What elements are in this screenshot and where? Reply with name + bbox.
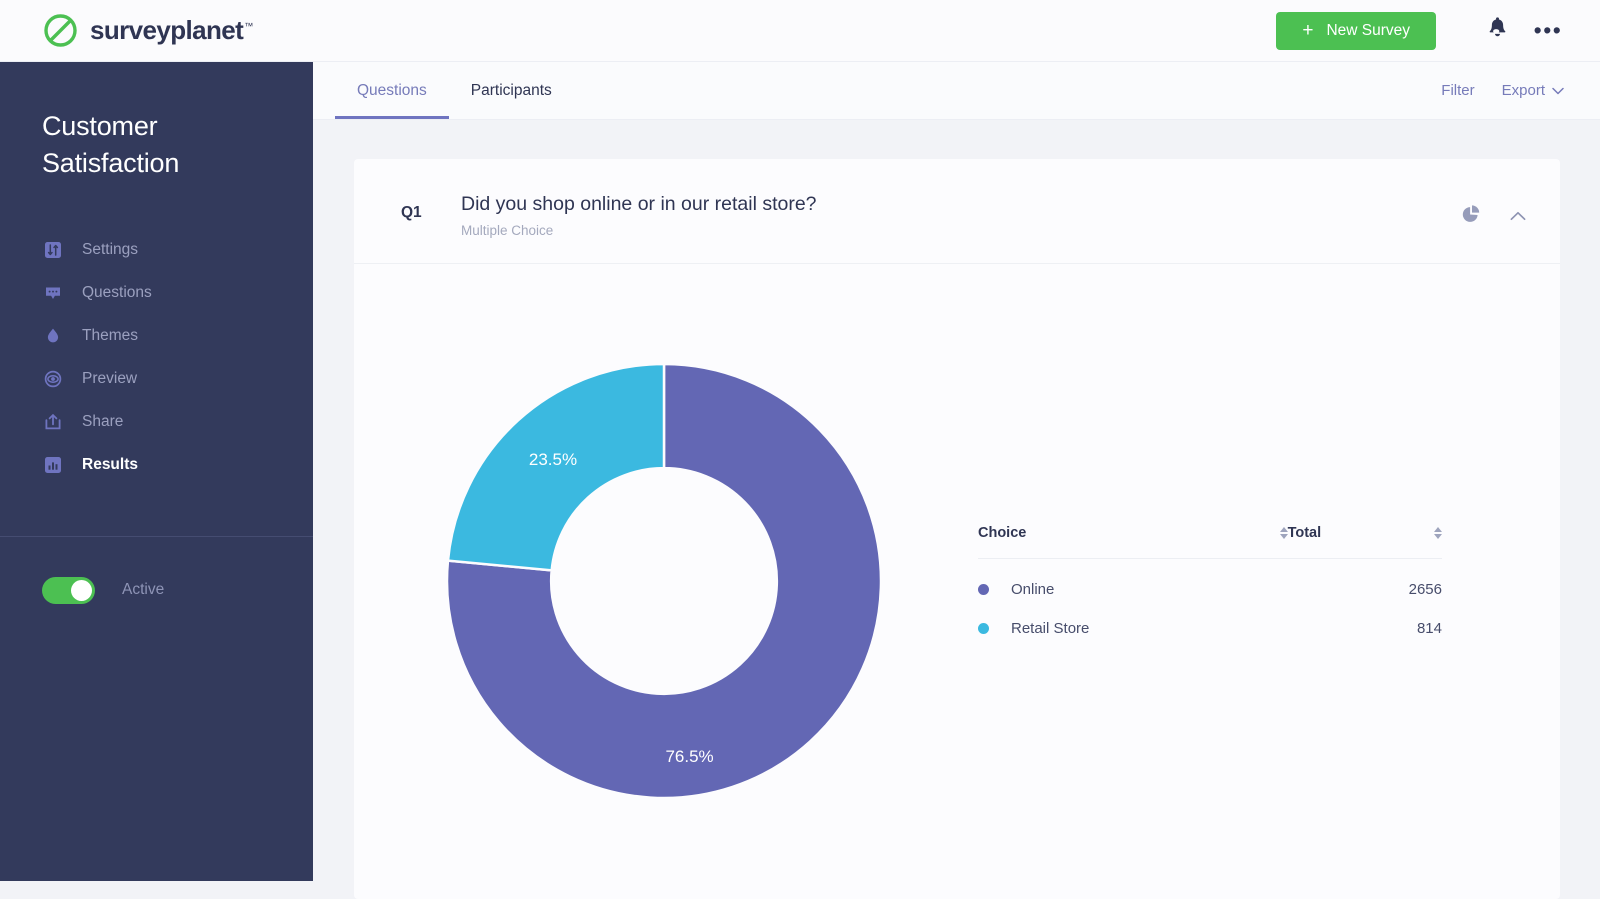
sidebar-item-questions[interactable]: Questions [0, 272, 313, 315]
eye-icon [43, 370, 62, 389]
choice-label: Retail Store [1011, 620, 1090, 637]
new-survey-button[interactable]: + New Survey [1276, 11, 1436, 50]
cell-total: 814 [1416, 620, 1442, 637]
results-table-body: Online 2656 Retail Store 814 [978, 559, 1442, 637]
column-header-choice-label: Choice [978, 525, 1027, 541]
sort-desc-icon [1434, 534, 1442, 539]
results-table-head: Choice Total [978, 525, 1442, 559]
cell-choice: Online [978, 559, 1288, 598]
sidebar-item-label: Results [82, 456, 138, 473]
sidebar-item-label: Preview [82, 370, 138, 387]
survey-title: Customer Satisfaction [0, 62, 313, 183]
export-label: Export [1501, 82, 1545, 99]
column-header-total[interactable]: Total [1287, 525, 1442, 559]
collapse-question-button[interactable] [1510, 208, 1526, 226]
sidebar-item-label: Share [82, 413, 124, 430]
sort-desc-icon [1279, 534, 1288, 539]
tab-label: Participants [470, 81, 552, 99]
sidebar-item-preview[interactable]: Preview [0, 358, 313, 401]
sidebar: Customer Satisfaction Settings Questions… [0, 62, 313, 881]
bell-icon [1487, 17, 1508, 44]
tab-participants[interactable]: Participants [449, 62, 574, 119]
notifications-button[interactable] [1474, 8, 1520, 54]
question-type: Multiple Choice [461, 223, 554, 239]
results-table-container: Choice Total Online 2656 Retail Store 81… [962, 525, 1560, 637]
export-button[interactable]: Export [1502, 82, 1564, 99]
sort-asc-icon [1279, 527, 1288, 532]
slice-percent-label: 76.5% [665, 747, 713, 766]
sidebar-item-results[interactable]: Results [0, 444, 313, 487]
share-icon [43, 413, 62, 432]
sidebar-item-themes[interactable]: Themes [0, 315, 313, 358]
results-table: Choice Total Online 2656 Retail Store 81… [978, 525, 1442, 637]
more-options-button[interactable]: ••• [1526, 9, 1570, 53]
sort-total-button[interactable] [1420, 527, 1442, 539]
tab-label: Questions [357, 81, 427, 99]
survey-status-row: Active [0, 537, 313, 604]
question-result-card: Q1 Did you shop online or in our retail … [354, 159, 1560, 899]
survey-title-line-2: Satisfaction [42, 148, 180, 179]
new-survey-label: New Survey [1326, 21, 1410, 39]
survey-active-label: Active [122, 581, 165, 598]
sidebar-item-label: Themes [82, 327, 138, 344]
chevron-up-icon [1510, 208, 1526, 226]
table-row[interactable]: Retail Store 814 [978, 598, 1442, 637]
droplet-icon [43, 327, 62, 346]
question-header: Q1 Did you shop online or in our retail … [354, 159, 1560, 264]
surveyplanet-logo-icon [42, 12, 79, 49]
slice-percent-label: 23.5% [529, 450, 577, 469]
sidebar-item-label: Questions [82, 284, 152, 301]
chart-type-button[interactable] [1461, 204, 1481, 229]
series-color-dot [978, 623, 989, 634]
trademark-symbol: ™ [244, 21, 253, 32]
sliders-icon [43, 241, 62, 260]
column-header-choice[interactable]: Choice [978, 525, 1288, 559]
brand-name: surveyplanet™ [90, 15, 253, 45]
question-header-actions [1461, 192, 1526, 229]
question-title: Did you shop online or in our retail sto… [461, 193, 817, 215]
table-header-row: Choice Total [978, 525, 1442, 559]
chart-body: 76.5% 23.5% Choice Total Online 2656 Ret… [354, 264, 1560, 898]
filter-label: Filter [1441, 82, 1475, 99]
sidebar-item-label: Settings [82, 241, 139, 258]
donut-chart-container: 76.5% 23.5% [354, 355, 962, 807]
sort-choice-button[interactable] [1266, 527, 1288, 539]
question-text-block: Did you shop online or in our retail sto… [461, 192, 1461, 238]
results-tab-bar: Questions Participants Filter Export [313, 62, 1600, 120]
filter-button[interactable]: Filter [1441, 82, 1474, 99]
tab-bar-actions: Filter Export [1441, 62, 1564, 119]
cell-total: 2656 [1408, 581, 1442, 598]
question-number: Q1 [401, 204, 422, 221]
pie-chart-icon [1461, 204, 1481, 229]
survey-title-line-1: Customer [42, 111, 158, 141]
comment-icon [43, 284, 62, 303]
donut-chart[interactable]: 76.5% 23.5% [438, 355, 890, 807]
sidebar-item-settings[interactable]: Settings [0, 229, 313, 272]
plus-icon: + [1302, 20, 1314, 41]
sidebar-nav: Settings Questions Themes Preview Share … [0, 229, 313, 511]
chevron-down-icon [1552, 82, 1564, 99]
series-color-dot [978, 584, 989, 595]
toggle-knob [71, 579, 92, 601]
top-bar-actions: + New Survey ••• [1276, 8, 1570, 54]
tab-list: Questions Participants [335, 62, 574, 119]
top-bar: surveyplanet™ + New Survey ••• [0, 0, 1600, 62]
sidebar-item-share[interactable]: Share [0, 401, 313, 444]
column-header-total-label: Total [1287, 525, 1322, 541]
choice-label: Online [1011, 581, 1055, 598]
table-row[interactable]: Online 2656 [978, 559, 1442, 598]
survey-active-toggle[interactable] [42, 576, 95, 604]
sort-asc-icon [1434, 527, 1442, 532]
main-content: Questions Participants Filter Export Q1 … [313, 62, 1600, 899]
brand-logo[interactable]: surveyplanet™ [42, 12, 253, 49]
cell-choice: Retail Store [978, 598, 1288, 637]
ellipsis-icon: ••• [1533, 16, 1563, 43]
bar-chart-icon [43, 456, 62, 475]
tab-questions[interactable]: Questions [335, 62, 449, 119]
